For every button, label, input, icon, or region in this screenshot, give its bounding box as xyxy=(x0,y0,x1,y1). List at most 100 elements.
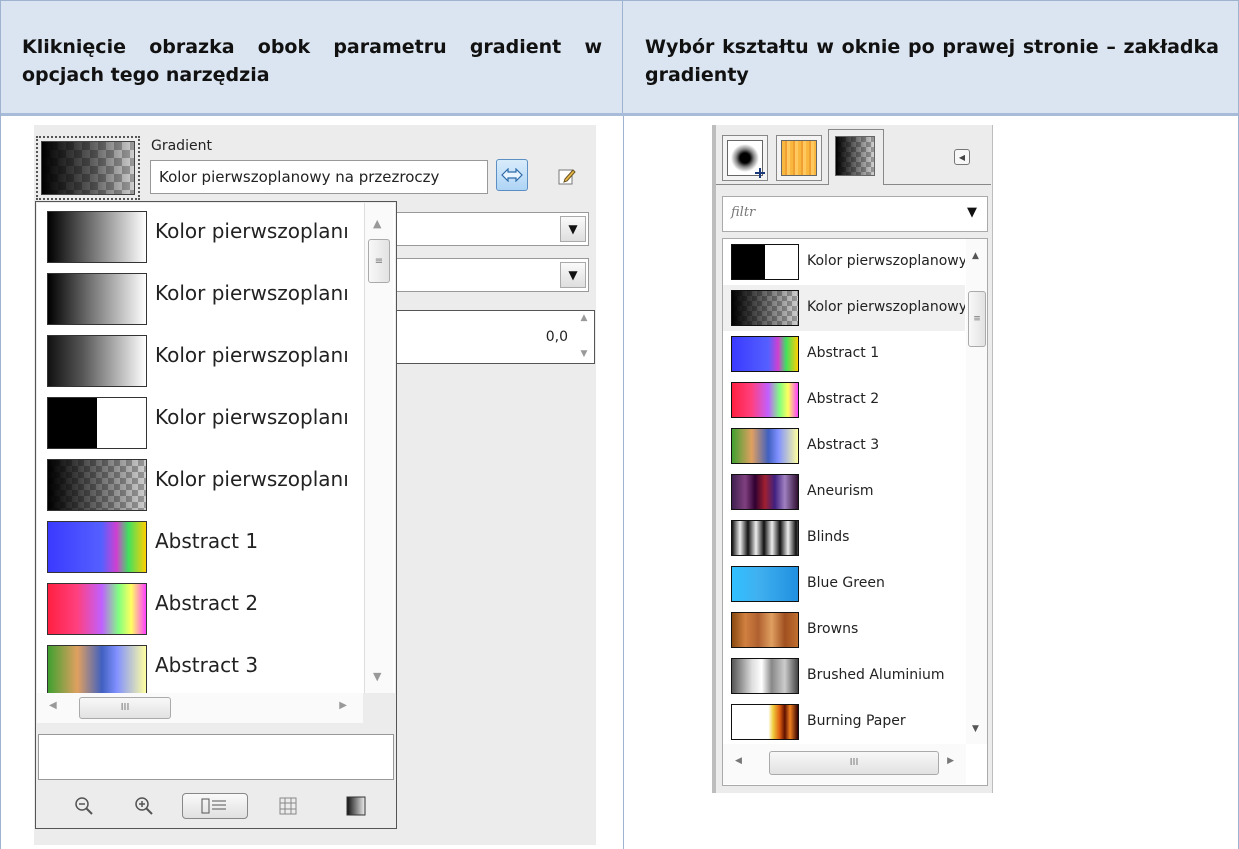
header-cell-left: Kliknięcie obrazka obok parametru gradie… xyxy=(0,0,623,113)
gradient-swatch xyxy=(47,583,147,635)
tab-brushes[interactable] xyxy=(722,135,768,181)
list-item[interactable]: Brushed Aluminium xyxy=(723,653,965,699)
chevron-down-icon[interactable]: ▼ xyxy=(560,216,586,242)
offset-spinbox[interactable]: 0,0 ▲ ▼ xyxy=(394,310,595,364)
list-item-label: Kolor pierwszoplanı xyxy=(155,467,349,491)
scroll-thumb[interactable]: III xyxy=(79,697,171,719)
gradient-editor-icon[interactable] xyxy=(344,794,368,818)
list-item-label: Kolor pierwszoplanowy na przez xyxy=(807,299,965,315)
gradient-preview-button[interactable] xyxy=(36,136,140,200)
plus-icon xyxy=(755,168,765,178)
header-right-text: Wybór kształtu w oknie po prawej stronie… xyxy=(645,36,1219,86)
zoom-out-icon[interactable] xyxy=(72,794,96,818)
chevron-down-icon[interactable]: ▼ xyxy=(560,262,586,288)
vertical-scrollbar[interactable]: ▲ ≡ ▼ xyxy=(364,203,393,693)
list-item-label: Blue Green xyxy=(807,575,885,591)
list-item-label: Blinds xyxy=(807,529,850,545)
list-item[interactable]: Kolor pierwszoplanı xyxy=(37,265,357,327)
spin-arrows-icon[interactable]: ▲ ▼ xyxy=(577,313,591,359)
gradient-swatch xyxy=(731,336,799,372)
popup-name-field[interactable] xyxy=(38,734,394,780)
scroll-left-arrow-icon[interactable]: ◀ xyxy=(735,756,742,766)
list-item[interactable]: Kolor pierwszoplanı xyxy=(37,389,357,451)
gradient-swatch xyxy=(731,428,799,464)
list-item[interactable]: Blue Green xyxy=(723,561,965,607)
gradients-dock: ◀ filtr ▼ Kolor pierwszoplanowy na kolor… xyxy=(716,125,993,793)
grid-view-icon[interactable] xyxy=(276,794,300,818)
gradients-list[interactable]: Kolor pierwszoplanowy na kolor t Kolor p… xyxy=(722,238,988,786)
gradient-swatch xyxy=(731,290,799,326)
list-item[interactable]: Abstract 2 xyxy=(723,377,965,423)
list-item-label: Kolor pierwszoplanı xyxy=(155,281,349,305)
gradient-swatch xyxy=(47,335,147,387)
scroll-thumb[interactable]: III xyxy=(769,751,939,775)
popup-toolbar xyxy=(36,786,396,826)
scroll-right-arrow-icon[interactable]: ▶ xyxy=(947,756,954,766)
gradient-swatch xyxy=(731,612,799,648)
tab-gradients[interactable] xyxy=(828,129,884,185)
tab-patterns[interactable] xyxy=(776,135,822,181)
gradient-swatch xyxy=(731,382,799,418)
gradient-swatch xyxy=(731,658,799,694)
list-item-label: Burning Paper xyxy=(807,713,906,729)
gradient-swatch xyxy=(47,459,147,511)
list-item[interactable]: Blinds xyxy=(723,515,965,561)
scroll-up-arrow-icon[interactable]: ▲ xyxy=(373,217,381,230)
filter-placeholder: filtr xyxy=(731,205,756,220)
list-item[interactable]: Kolor pierwszoplanowy na kolor t xyxy=(723,239,965,285)
list-item[interactable]: Abstract 1 xyxy=(723,331,965,377)
offset-value: 0,0 xyxy=(545,329,568,345)
scroll-left-arrow-icon[interactable]: ◀ xyxy=(49,700,57,711)
edit-gradient-button[interactable] xyxy=(556,165,578,187)
scroll-down-arrow-icon[interactable]: ▼ xyxy=(972,724,979,734)
vertical-scrollbar[interactable]: ▲ ≡ ▼ xyxy=(966,239,987,744)
scroll-thumb[interactable]: ≡ xyxy=(368,239,390,283)
gradient-swatch xyxy=(47,397,147,449)
horizontal-scrollbar[interactable]: ◀ III ▶ xyxy=(37,693,363,723)
scroll-right-arrow-icon[interactable]: ▶ xyxy=(339,700,347,711)
chevron-down-icon[interactable]: ▼ xyxy=(967,205,977,220)
horizontal-scrollbar[interactable]: ◀ III ▶ xyxy=(723,744,966,784)
gradients-dock-screenshot: ◀ filtr ▼ Kolor pierwszoplanowy na kolor… xyxy=(712,125,1239,795)
list-item-label: Browns xyxy=(807,621,859,637)
dropdown-2[interactable]: ▼ xyxy=(394,258,589,292)
zoom-in-icon[interactable] xyxy=(132,794,156,818)
tab-bar-line xyxy=(884,184,991,185)
gradient-swatch xyxy=(731,474,799,510)
gradient-picker-popup: Kolor pierwszoplanı Kolor pierwszoplanı … xyxy=(35,201,397,829)
list-view-icon[interactable] xyxy=(182,793,248,819)
dock-menu-button[interactable]: ◀ xyxy=(954,149,970,165)
list-item[interactable]: Abstract 3 xyxy=(37,637,357,693)
table-border-top xyxy=(0,0,1239,1)
list-item[interactable]: Abstract 2 xyxy=(37,575,357,637)
list-item[interactable]: Abstract 1 xyxy=(37,513,357,575)
triangle-left-icon: ◀ xyxy=(958,152,966,162)
list-item[interactable]: Kolor pierwszoplanı xyxy=(37,451,357,513)
list-item-label: Kolor pierwszoplanowy na kolor t xyxy=(807,253,965,269)
gradient-name-field[interactable]: Kolor pierwszoplanowy na przezroczy xyxy=(150,160,488,194)
reverse-gradient-button[interactable] xyxy=(496,159,528,191)
scroll-thumb[interactable]: ≡ xyxy=(968,291,986,347)
gradient-swatch xyxy=(47,521,147,573)
gradient-swatch xyxy=(47,645,147,693)
scroll-up-arrow-icon[interactable]: ▲ xyxy=(972,251,979,261)
list-item[interactable]: Aneurism xyxy=(723,469,965,515)
list-item[interactable]: Kolor pierwszoplanowy na przez xyxy=(723,285,965,331)
list-item[interactable]: Kolor pierwszoplanı xyxy=(37,327,357,389)
dropdown-1[interactable]: ▼ xyxy=(394,212,589,246)
list-item[interactable]: Abstract 3 xyxy=(723,423,965,469)
scroll-down-arrow-icon[interactable]: ▼ xyxy=(373,670,381,683)
list-item-label: Kolor pierwszoplanı xyxy=(155,343,349,367)
gradient-popup-list[interactable]: Kolor pierwszoplanı Kolor pierwszoplanı … xyxy=(37,203,395,693)
list-item-label: Kolor pierwszoplanı xyxy=(155,219,349,243)
list-item-label: Abstract 2 xyxy=(807,391,880,407)
filter-combo[interactable]: filtr ▼ xyxy=(722,196,988,232)
gradient-swatch xyxy=(731,520,799,556)
gradient-swatch xyxy=(47,211,147,263)
list-item[interactable]: Burning Paper xyxy=(723,699,965,745)
swap-arrows-icon xyxy=(501,168,523,182)
gradient-swatch xyxy=(731,566,799,602)
list-item[interactable]: Browns xyxy=(723,607,965,653)
column-divider xyxy=(623,116,624,849)
list-item[interactable]: Kolor pierwszoplanı xyxy=(37,203,357,265)
